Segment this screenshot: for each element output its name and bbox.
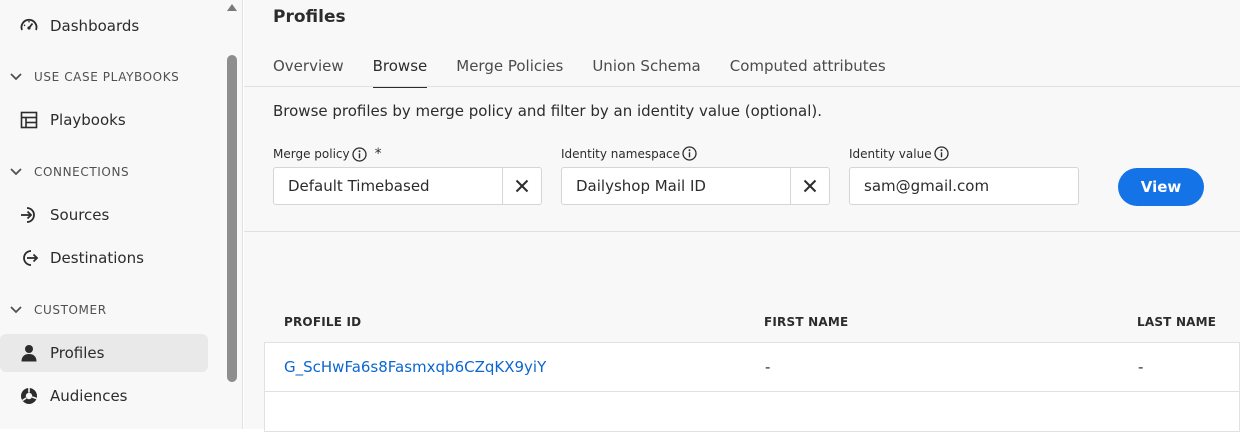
scroll-up-arrow-icon[interactable] xyxy=(225,0,239,12)
table-icon xyxy=(18,109,40,131)
section-customer[interactable]: CUSTOMER xyxy=(8,300,107,320)
merge-policy-label: Merge policy * xyxy=(273,146,382,162)
chevron-down-icon xyxy=(8,164,24,180)
sidebar-item-label: Audiences xyxy=(50,387,128,405)
page-title: Profiles xyxy=(273,7,346,27)
sidebar-item-profiles[interactable]: Profiles xyxy=(0,334,208,372)
left-nav: Dashboards USE CASE PLAYBOOKS Playbooks … xyxy=(0,0,220,429)
chevron-down-icon xyxy=(8,302,24,318)
section-label: USE CASE PLAYBOOKS xyxy=(34,70,180,84)
identity-namespace-value: Dailyshop Mail ID xyxy=(576,177,706,195)
identity-value-label-text: Identity value xyxy=(849,146,932,161)
identity-value-input[interactable]: sam@gmail.com xyxy=(849,167,1079,205)
clear-identity-namespace-button[interactable] xyxy=(790,168,829,204)
close-icon xyxy=(803,179,817,193)
clear-merge-policy-button[interactable] xyxy=(502,168,541,204)
tab-overview[interactable]: Overview xyxy=(273,56,344,86)
close-icon xyxy=(515,179,529,193)
identity-namespace-label-text: Identity namespace xyxy=(561,146,681,161)
identity-namespace-picker[interactable]: Dailyshop Mail ID xyxy=(561,167,830,205)
sidebar-item-label: Playbooks xyxy=(50,111,126,129)
sidebar-item-sources[interactable]: Sources xyxy=(0,196,208,234)
info-icon[interactable] xyxy=(933,146,949,161)
tabs-divider xyxy=(244,86,1240,87)
column-header-profile-id[interactable]: PROFILE ID xyxy=(284,315,361,329)
tab-computed-attributes[interactable]: Computed attributes xyxy=(730,56,886,86)
identity-namespace-label: Identity namespace xyxy=(561,146,697,161)
sidebar-item-audiences[interactable]: Audiences xyxy=(0,377,208,415)
sidebar-item-label: Dashboards xyxy=(50,17,140,35)
section-connections[interactable]: CONNECTIONS xyxy=(8,162,129,182)
sidebar-item-playbooks[interactable]: Playbooks xyxy=(0,101,208,139)
profile-id-link[interactable]: G_ScHwFa6s8Fasmxqb6CZqKX9yiY xyxy=(284,358,546,376)
tab-browse[interactable]: Browse xyxy=(372,56,427,88)
view-button[interactable]: View xyxy=(1118,168,1204,206)
tab-union-schema[interactable]: Union Schema xyxy=(592,56,700,86)
merge-policy-value: Default Timebased xyxy=(288,177,430,195)
tab-list: Overview Browse Merge Policies Union Sch… xyxy=(273,56,915,88)
filters-divider xyxy=(244,231,1240,232)
first-name-cell: - xyxy=(765,358,771,376)
arrow-out-icon xyxy=(18,247,40,269)
info-icon[interactable] xyxy=(351,146,367,162)
column-header-last-name[interactable]: LAST NAME xyxy=(1137,315,1216,329)
section-label: CONNECTIONS xyxy=(34,165,130,179)
section-use-case-playbooks[interactable]: USE CASE PLAYBOOKS xyxy=(8,67,179,87)
section-label: CUSTOMER xyxy=(34,303,107,317)
required-asterisk: * xyxy=(374,146,382,162)
row-divider xyxy=(265,391,1240,392)
sidebar-item-dashboards[interactable]: Dashboards xyxy=(0,7,208,45)
tab-merge-policies[interactable]: Merge Policies xyxy=(456,56,563,86)
browse-description: Browse profiles by merge policy and filt… xyxy=(273,102,822,120)
column-header-first-name[interactable]: FIRST NAME xyxy=(764,315,848,329)
sidebar-item-label: Sources xyxy=(50,206,110,224)
identity-value-label: Identity value xyxy=(849,146,949,161)
merge-policy-picker[interactable]: Default Timebased xyxy=(273,167,542,205)
user-icon xyxy=(18,342,40,364)
chevron-down-icon xyxy=(8,69,24,85)
sidebar-item-label: Profiles xyxy=(50,344,105,362)
audiences-icon xyxy=(18,385,40,407)
info-icon[interactable] xyxy=(682,146,697,161)
last-name-cell: - xyxy=(1138,358,1144,376)
scrollbar-thumb[interactable] xyxy=(227,55,237,382)
arrow-into-icon xyxy=(18,204,40,226)
identity-value-text: sam@gmail.com xyxy=(864,177,990,195)
main-content: Profiles Overview Browse Merge Policies … xyxy=(244,0,1240,432)
gauge-icon xyxy=(18,15,40,37)
merge-policy-label-text: Merge policy xyxy=(273,147,350,161)
sidebar-item-label: Destinations xyxy=(50,249,144,267)
profiles-table: G_ScHwFa6s8Fasmxqb6CZqKX9yiY - - xyxy=(264,342,1240,432)
sidebar-item-destinations[interactable]: Destinations xyxy=(0,239,208,277)
